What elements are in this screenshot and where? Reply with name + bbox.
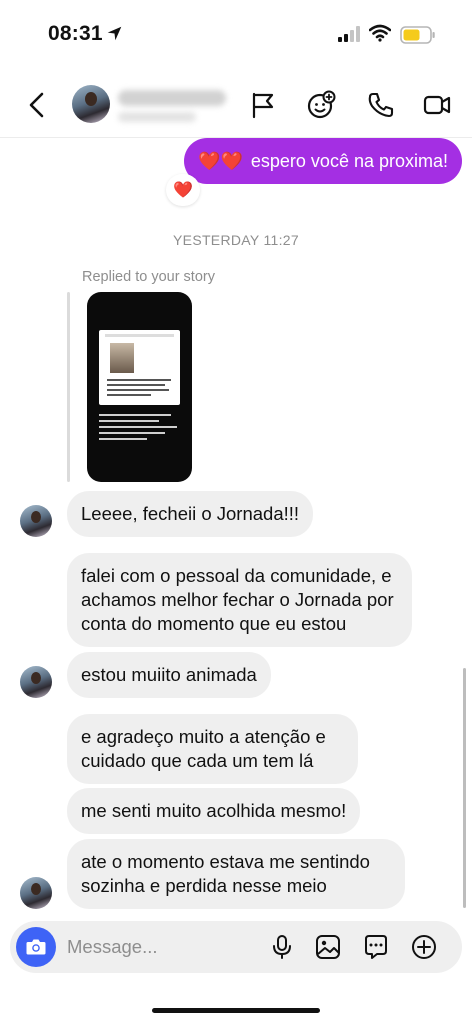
scrollbar[interactable] (463, 668, 466, 908)
flag-icon[interactable] (248, 90, 278, 120)
plus-icon[interactable] (410, 933, 438, 961)
received-message-bubble[interactable]: e agradeço muito a atenção e cuidado que… (67, 714, 358, 784)
phone-icon[interactable] (366, 90, 396, 120)
received-message-bubble[interactable]: ate o momento estava me sentindo sozinha… (67, 839, 405, 909)
sent-message-text: espero você na proxima! (250, 150, 448, 171)
sender-avatar[interactable] (20, 505, 52, 537)
camera-icon (26, 939, 46, 955)
sticker-icon[interactable] (362, 933, 390, 961)
message-input[interactable] (67, 935, 247, 959)
story-caption (99, 414, 181, 444)
status-time: 08:31 (48, 22, 103, 45)
received-message-bubble[interactable]: estou muiito animada (67, 652, 271, 698)
home-indicator[interactable] (152, 1008, 320, 1013)
status-bar: 08:31 (0, 0, 472, 70)
camera-button[interactable] (16, 927, 56, 967)
received-message-bubble[interactable]: Leeee, fecheii o Jornada!!! (67, 491, 314, 537)
video-icon[interactable] (422, 90, 452, 120)
heart-reaction[interactable]: ❤️ (166, 174, 200, 206)
message-composer (10, 921, 462, 973)
back-icon[interactable] (26, 91, 48, 119)
contact-username-blurred (118, 112, 196, 122)
gallery-icon[interactable] (314, 933, 342, 961)
sent-message-bubble[interactable]: ❤️❤️ espero você na proxima! (184, 138, 462, 184)
location-arrow-icon (107, 26, 122, 41)
contact-avatar[interactable] (72, 85, 110, 123)
heart-emojis: ❤️❤️ (198, 150, 243, 171)
wifi-icon (369, 24, 391, 42)
chat-header (0, 70, 472, 138)
mic-icon[interactable] (268, 933, 296, 961)
sender-avatar[interactable] (20, 666, 52, 698)
received-message-bubble[interactable]: falei com o pessoal da comunidade, e ach… (67, 553, 412, 647)
contact-name-blurred[interactable] (118, 90, 226, 106)
sender-avatar[interactable] (20, 877, 52, 909)
conversation-timestamp: YESTERDAY 11:27 (173, 232, 299, 248)
story-preview[interactable] (87, 292, 192, 482)
battery-icon (400, 26, 435, 44)
face-plus-icon[interactable] (306, 90, 336, 120)
received-message-bubble[interactable]: me senti muito acolhida mesmo! (67, 788, 361, 834)
story-embedded-post (99, 330, 180, 405)
replied-to-story-label: Replied to your story (82, 269, 215, 285)
signal-icon (338, 26, 360, 42)
reply-indicator-bar (67, 292, 70, 482)
